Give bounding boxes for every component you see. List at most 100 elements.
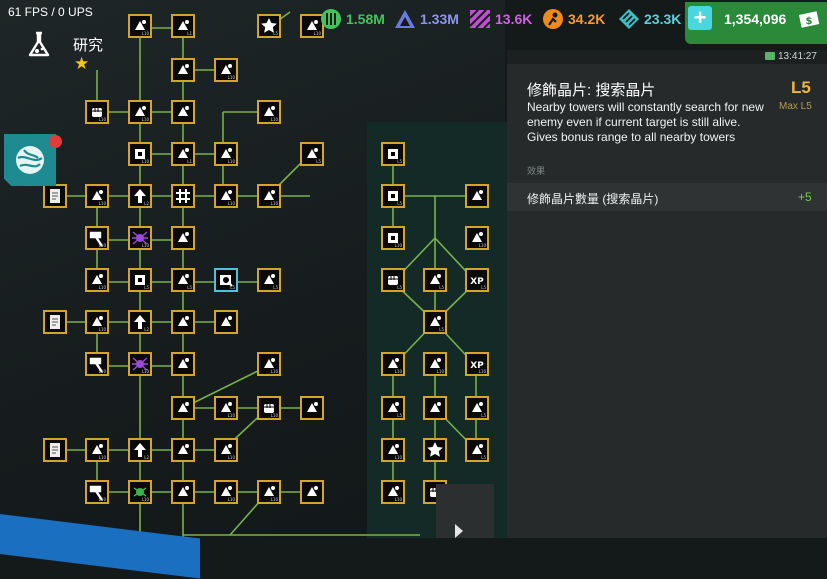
node-fist-a[interactable]: L10 [85,100,109,124]
node-r-xp[interactable]: XP L5 [465,268,489,292]
upgrade-max-level: Max L5 [779,101,812,112]
node-up-b[interactable]: L2 [128,310,152,334]
node-hills-a[interactable] [300,480,324,504]
node-level-label: L10 [436,369,444,374]
node-expand-a[interactable] [214,310,238,334]
node-level-label: L10 [98,201,106,206]
node-layers-a[interactable] [171,352,195,376]
node-cloud-a[interactable]: L10 [214,184,238,208]
hills-icon [307,486,318,496]
node-hammer-c[interactable]: L10 [85,480,109,504]
node-gear-a[interactable]: L10 [214,58,238,82]
node-level-label: L10 [270,413,278,418]
node-r-star[interactable] [423,438,447,462]
node-bug-a[interactable]: L10 [128,480,152,504]
node-wrench-a[interactable]: L10 [85,268,109,292]
node-sparkle-a[interactable]: L10 [257,100,281,124]
node-r-glass[interactable]: L5 [423,268,447,292]
node-level-label: L5 [273,31,278,36]
node-hammer-b[interactable]: L10 [85,352,109,376]
node-snowflake-a[interactable]: L10 [214,396,238,420]
node-stripes-a[interactable]: L5 [300,142,324,166]
node-r-runner[interactable]: L5 [423,310,447,334]
node-level-label: L5 [187,285,192,290]
node-level-label: L10 [394,497,402,502]
node-level-label: L5 [481,455,486,460]
effect-value: +5 [798,190,812,204]
node-hammer-a[interactable]: L10 [85,226,109,250]
node-level-label: L10 [227,201,235,206]
node-search-chip[interactable]: L5 [214,268,238,292]
node-scroll-c[interactable] [43,438,67,462]
node-r-chip3[interactable]: L10 [381,226,405,250]
node-r-gauge[interactable]: L5 [465,396,489,420]
node-pie-a[interactable]: L5 [257,268,281,292]
node-chip-a[interactable]: L10 [128,142,152,166]
node-cog-b[interactable]: L10 [214,142,238,166]
node-level-label: L10 [313,31,321,36]
node-blocks-a[interactable] [171,438,195,462]
node-hash-a[interactable] [171,184,195,208]
node-up-a[interactable]: L2 [128,184,152,208]
node-r-xp2[interactable]: XP L10 [465,352,489,376]
node-up-c[interactable]: L2 [128,438,152,462]
green-bars-icon [321,9,341,29]
node-snow-a[interactable]: L10 [257,352,281,376]
node-r-2star[interactable] [423,396,447,420]
node-chip-b[interactable]: L5 [128,268,152,292]
node-hand-a[interactable]: L10 [257,184,281,208]
node-r-arrow[interactable] [465,184,489,208]
node-level-label: L10 [141,159,149,164]
node-r-fist[interactable]: L5 [381,268,405,292]
node-bot-c[interactable]: L10 [85,438,109,462]
node-r-dots[interactable]: L5 [465,438,489,462]
node-tools-a[interactable]: L10 [214,480,238,504]
node-scroll-a[interactable] [43,184,67,208]
node-mountain-a[interactable] [171,396,195,420]
node-bot-a[interactable]: L10 [85,184,109,208]
node-scroll-b[interactable] [43,310,67,334]
node-nodes-a[interactable]: L5 [171,268,195,292]
node-bot-b[interactable]: L10 [85,310,109,334]
node-branch-a[interactable]: L1 [171,142,195,166]
node-r-chip[interactable]: L5 [381,142,405,166]
node-grid-a[interactable]: L1 [171,14,195,38]
node-stripe-b[interactable] [171,226,195,250]
resource-orange-value: 34.2K [568,11,606,27]
node-r-hand[interactable]: L10 [465,226,489,250]
node-level-label: L1 [187,31,192,36]
node-globe-a[interactable] [171,480,195,504]
node-lock-a[interactable]: L10 [257,480,281,504]
resource-blue-value: 1.33M [420,11,459,27]
arrow-icon [178,106,189,116]
dots-icon [178,316,189,326]
node-r-chip2[interactable]: L5 [381,184,405,208]
node-level-label: L10 [394,369,402,374]
node-spider-b[interactable]: L10 [128,352,152,376]
node-star-a[interactable]: L5 [257,14,281,38]
node-r-stars[interactable]: L10 [423,352,447,376]
cash-small-icon [765,52,775,60]
node-level-label: L5 [397,285,402,290]
node-level-label: L2 [144,327,149,332]
node-tower-a[interactable]: L10 [128,14,152,38]
node-fist-b[interactable]: L10 [257,396,281,420]
node-cube-a[interactable] [171,58,195,82]
add-money-button[interactable]: + [688,6,712,30]
node-dots-a[interactable] [171,310,195,334]
node-r-maxx[interactable]: L10 [381,480,405,504]
node-level-label: L10 [478,243,486,248]
node-r-list[interactable]: L10 [381,352,405,376]
favorite-star-icon[interactable]: ★ [74,55,89,72]
node-r-pac[interactable]: L5 [381,396,405,420]
node-fire-a[interactable] [300,396,324,420]
two-stars-icon [430,402,441,412]
node-swirl-a[interactable]: L10 [128,100,152,124]
node-spider-a[interactable]: L10 [128,226,152,250]
node-arrow-a[interactable] [171,100,195,124]
node-r-pen[interactable]: L10 [381,438,405,462]
upgrade-description: Nearby towers will constantly search for… [527,100,764,144]
flask-icon[interactable] [24,30,54,60]
play-button[interactable] [436,484,494,538]
node-meteor-a[interactable]: L10 [214,438,238,462]
